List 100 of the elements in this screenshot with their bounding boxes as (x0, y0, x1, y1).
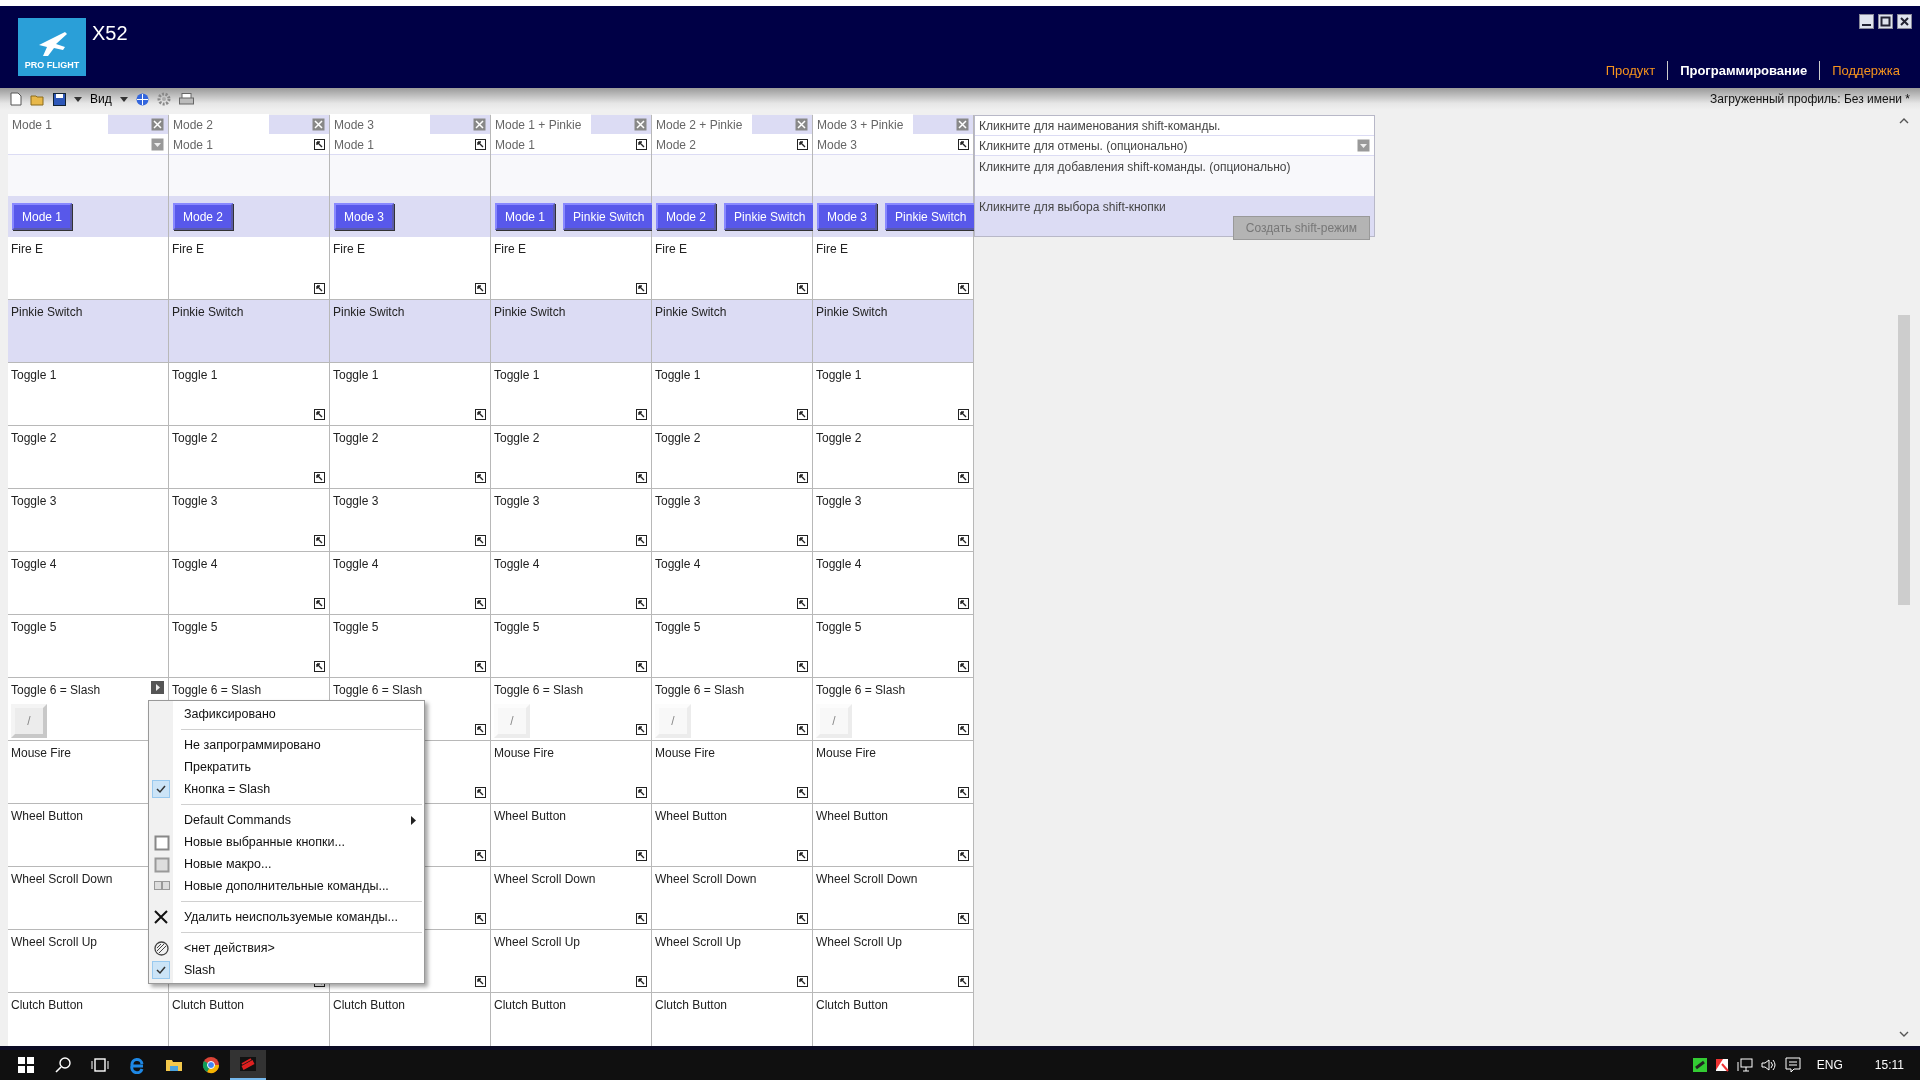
link-arrow-icon[interactable] (958, 472, 969, 483)
nav-tab[interactable]: Продукт (1593, 60, 1668, 80)
mapping-cell[interactable]: Wheel Scroll Up (652, 930, 813, 993)
save-icon[interactable] (53, 92, 66, 106)
mapping-cell[interactable]: Pinkie Switch (491, 300, 652, 363)
mapping-cell[interactable]: Pinkie Switch (330, 300, 491, 363)
mapping-cell[interactable]: Toggle 2 (8, 426, 169, 489)
link-arrow-icon[interactable] (314, 661, 325, 672)
shift-name-field[interactable]: Кликните для наименования shift-команды. (975, 116, 1374, 136)
mapping-cell[interactable]: Pinkie Switch (8, 300, 169, 363)
search-icon[interactable] (54, 1056, 72, 1074)
mapping-cell[interactable]: Toggle 4 (8, 552, 169, 615)
mapping-cell[interactable]: Toggle 4 (813, 552, 974, 615)
mapping-cell[interactable]: Toggle 5 (169, 615, 330, 678)
delete-icon[interactable] (795, 118, 808, 131)
mapping-cell[interactable]: Clutch Button (169, 993, 330, 1046)
link-arrow-icon[interactable] (475, 139, 486, 150)
link-arrow-icon[interactable] (636, 724, 647, 735)
scrollbar-thumb[interactable] (1898, 315, 1910, 605)
link-arrow-icon[interactable] (314, 409, 325, 420)
link-arrow-icon[interactable] (475, 787, 486, 798)
mapping-cell[interactable]: Toggle 4 (169, 552, 330, 615)
link-arrow-icon[interactable] (636, 850, 647, 861)
tray-app-icon[interactable] (1692, 1058, 1707, 1072)
mapping-cell[interactable]: Wheel Scroll Up (813, 930, 974, 993)
mapping-cell[interactable]: Toggle 3 (491, 489, 652, 552)
link-arrow-icon[interactable] (797, 598, 808, 609)
mode-button[interactable]: Mode 3 (334, 203, 395, 230)
maximize-icon[interactable] (1878, 14, 1893, 29)
link-arrow-icon[interactable] (475, 535, 486, 546)
mapping-cell[interactable]: Toggle 5 (330, 615, 491, 678)
link-arrow-icon[interactable] (797, 472, 808, 483)
mapping-cell[interactable]: Wheel Scroll Up (491, 930, 652, 993)
mode-name-field[interactable]: Mode 3 + Pinkie (813, 113, 913, 136)
shift-command-field[interactable]: Кликните для добавления shift-команды. (опционально) (975, 156, 1374, 196)
mapping-cell[interactable]: Toggle 1 (813, 363, 974, 426)
app-stripes-icon[interactable] (239, 1055, 257, 1073)
delete-icon[interactable] (473, 118, 486, 131)
link-arrow-icon[interactable] (475, 724, 486, 735)
link-arrow-icon[interactable] (636, 535, 647, 546)
mapping-cell[interactable]: Toggle 2 (169, 426, 330, 489)
mapping-cell[interactable]: Wheel Scroll Down (813, 867, 974, 930)
mapping-cell[interactable]: Toggle 1 (491, 363, 652, 426)
link-arrow-icon[interactable] (636, 787, 647, 798)
link-arrow-icon[interactable] (475, 472, 486, 483)
mapping-cell[interactable]: Toggle 3 (813, 489, 974, 552)
link-arrow-icon[interactable] (475, 850, 486, 861)
link-arrow-icon[interactable] (636, 139, 647, 150)
mapping-cell[interactable]: Toggle 1 (169, 363, 330, 426)
mode-button[interactable]: Mode 2 (173, 203, 234, 230)
link-arrow-icon[interactable] (797, 409, 808, 420)
link-arrow-icon[interactable] (475, 409, 486, 420)
mode-button[interactable]: Mode 1 (495, 203, 556, 230)
delete-icon[interactable] (312, 118, 325, 131)
link-arrow-icon[interactable] (958, 409, 969, 420)
mode-button[interactable]: Mode 1 (12, 203, 73, 230)
mode-button[interactable]: Pinkie Switch (885, 203, 977, 230)
link-arrow-icon[interactable] (636, 661, 647, 672)
link-arrow-icon[interactable] (958, 598, 969, 609)
link-arrow-icon[interactable] (958, 724, 969, 735)
link-arrow-icon[interactable] (475, 598, 486, 609)
mapping-cell[interactable]: Toggle 5 (813, 615, 974, 678)
mapping-cell[interactable]: Toggle 3 (8, 489, 169, 552)
mapping-cell[interactable]: Wheel Button (652, 804, 813, 867)
delete-icon[interactable] (151, 118, 164, 131)
printer-icon[interactable] (178, 92, 194, 106)
mapping-cell[interactable]: Mouse Fire (652, 741, 813, 804)
volume-icon[interactable] (1760, 1058, 1777, 1072)
mapping-cell[interactable]: Toggle 2 (652, 426, 813, 489)
link-arrow-icon[interactable] (475, 976, 486, 987)
mode-button[interactable]: Mode 2 (656, 203, 717, 230)
link-arrow-icon[interactable] (314, 598, 325, 609)
link-arrow-icon[interactable] (314, 535, 325, 546)
mapping-cell[interactable]: Clutch Button (330, 993, 491, 1046)
link-arrow-icon[interactable] (475, 661, 486, 672)
link-arrow-icon[interactable] (475, 913, 486, 924)
link-arrow-icon[interactable] (958, 139, 969, 150)
mapping-cell[interactable]: Toggle 5 (8, 615, 169, 678)
settings-icon[interactable] (156, 92, 171, 106)
mapping-cell[interactable]: Toggle 3 (330, 489, 491, 552)
mode-name-field[interactable]: Mode 1 (8, 113, 108, 136)
mapping-cell[interactable]: Wheel Scroll Down (491, 867, 652, 930)
windows-icon[interactable] (17, 1056, 35, 1074)
menu-arrow-button[interactable] (151, 681, 164, 694)
mapping-cell[interactable]: Clutch Button (813, 993, 974, 1046)
mode-name-field[interactable]: Mode 2 + Pinkie (652, 113, 752, 136)
mapping-cell[interactable]: Wheel Scroll Down (652, 867, 813, 930)
mapping-cell[interactable]: Fire E (8, 237, 169, 300)
mapping-cell[interactable]: Clutch Button (491, 993, 652, 1046)
globe-icon[interactable] (135, 92, 149, 106)
mapping-cell[interactable]: Toggle 6 = Slash / (8, 678, 169, 741)
mapping-cell[interactable]: Toggle 6 = Slash / (813, 678, 974, 741)
minimize-icon[interactable] (1859, 14, 1874, 29)
link-arrow-icon[interactable] (958, 787, 969, 798)
mode-button[interactable]: Pinkie Switch (724, 203, 816, 230)
new-file-icon[interactable] (10, 92, 22, 106)
language-indicator[interactable]: ENG (1808, 1056, 1851, 1074)
notification-icon[interactable] (1784, 1057, 1801, 1073)
link-arrow-icon[interactable] (314, 472, 325, 483)
link-arrow-icon[interactable] (314, 139, 325, 150)
